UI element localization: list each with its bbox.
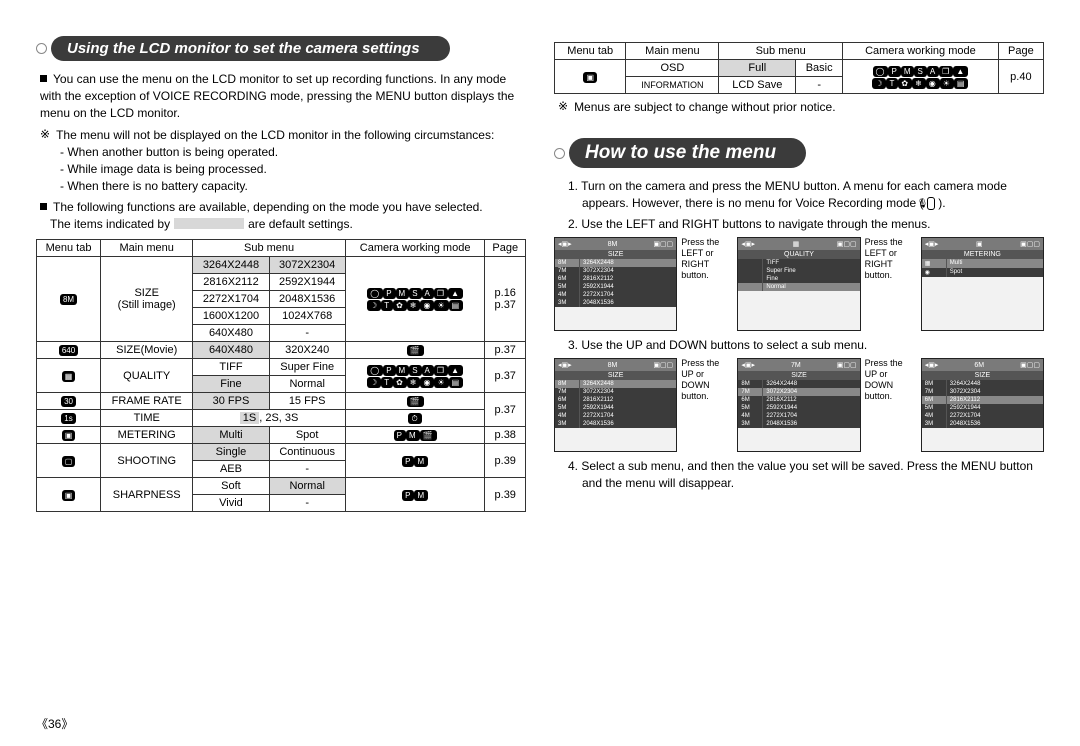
available-functions-text: The following functions are available, d… [36, 199, 526, 233]
quality-tab-icon: ▦ [62, 371, 76, 382]
reference-icon: ※ [40, 126, 50, 143]
step-2: 2. Use the LEFT and RIGHT buttons to nav… [554, 216, 1044, 233]
framerate-tab-icon: 30 [61, 396, 76, 407]
menu-screen-size: ◂▣▸8M▣▢▢ SIZE 8M3264X2448 7M3072X2304 6M… [554, 237, 677, 331]
screen-caption: Press the LEFT or RIGHT button. [865, 237, 917, 281]
menu-screen-size-6m: ◂▣▸6M▣▢▢ SIZE 8M3264X2448 7M3072X2304 6M… [921, 358, 1044, 452]
note-block: ※The menu will not be displayed on the L… [36, 126, 526, 195]
change-notice: ※Menus are subject to change without pri… [554, 98, 1044, 116]
voice-recording-icon: 🎙 [927, 197, 935, 210]
menu-screen-size-8m: ◂▣▸8M▣▢▢ SIZE 8M3264X2448 7M3072X2304 6M… [554, 358, 677, 452]
settings-table: Menu tab Main menu Sub menu Camera worki… [36, 239, 526, 512]
bullet-icon [40, 203, 47, 210]
step-1: 1. Turn on the camera and press the MENU… [554, 178, 1044, 212]
step-4: 4. Select a sub menu, and then the value… [554, 458, 1044, 492]
time-tab-icon: 1s [61, 413, 75, 424]
intro-text: You can use the menu on the LCD monitor … [36, 71, 526, 122]
menu-screen-metering: ◂▣▸▣▣▢▢ METERING ▦Multi ◉Spot [921, 237, 1044, 331]
shooting-tab-icon: ▢ [62, 456, 76, 467]
menu-screen-quality: ◂▣▸▦▣▢▢ QUALITY TIFF Super Fine Fine Nor… [737, 237, 860, 331]
screens-row-2: ◂▣▸8M▣▢▢ SIZE 8M3264X2448 7M3072X2304 6M… [554, 358, 1044, 452]
sharpness-tab-icon: ▣ [62, 490, 76, 501]
screens-row-1: ◂▣▸8M▣▢▢ SIZE 8M3264X2448 7M3072X2304 6M… [554, 237, 1044, 331]
screen-caption: Press the LEFT or RIGHT button. [681, 237, 733, 281]
bullet-icon [40, 75, 47, 82]
osd-table: Menu tab Main menu Sub menu Camera worki… [554, 42, 1044, 94]
section-header-lcd: Using the LCD monitor to set the camera … [36, 36, 526, 61]
section-header-menu: How to use the menu [554, 138, 1044, 168]
osd-tab-icon: ▣ [583, 72, 597, 83]
reference-icon: ※ [558, 98, 568, 115]
section-title: How to use the menu [569, 138, 806, 168]
mode-icons: ◯PMSA❐▲☽T✿❄◉☀▤ [345, 257, 485, 342]
movie-size-tab-icon: 640 [59, 345, 78, 356]
menu-screen-size-7m: ◂▣▸7M▣▢▢ SIZE 8M3264X2448 7M3072X2304 6M… [737, 358, 860, 452]
page-number: 《36》 [36, 715, 73, 732]
default-swatch [174, 218, 244, 229]
section-title: Using the LCD monitor to set the camera … [51, 36, 450, 61]
step-3: 3. Use the UP and DOWN buttons to select… [554, 337, 1044, 354]
screen-caption: Press the UP or DOWN button. [681, 358, 733, 402]
size-tab-icon: 8M [60, 294, 77, 305]
metering-tab-icon: ▣ [62, 430, 76, 441]
screen-caption: Press the UP or DOWN button. [865, 358, 917, 402]
